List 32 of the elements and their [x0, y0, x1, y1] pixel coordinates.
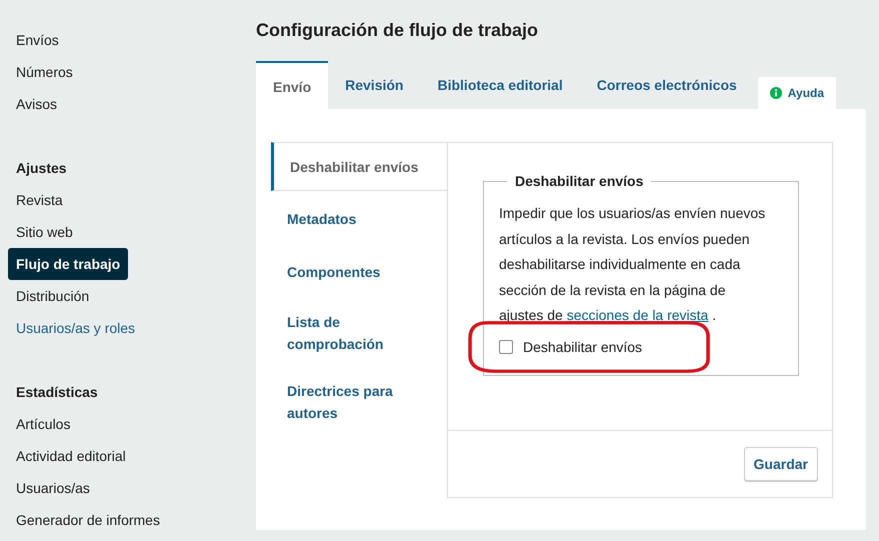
tab[interactable]: Envío: [256, 61, 328, 109]
subtab[interactable]: Metadatos: [271, 194, 447, 244]
sidebar-item[interactable]: Distribución: [8, 280, 98, 312]
tab[interactable]: Revisión: [328, 61, 420, 109]
fieldset-legend: Deshabilitar envíos: [507, 173, 652, 189]
link[interactable]: secciones de la revista: [566, 307, 708, 323]
sidebar-heading: Estadísticas: [15, 383, 99, 402]
subtab[interactable]: Deshabilitar envíos: [271, 142, 447, 191]
sidebar-item[interactable]: Envíos: [8, 24, 67, 56]
sidebar-item[interactable]: Generador de informes: [8, 504, 168, 536]
save-button[interactable]: Guardar: [744, 447, 818, 481]
subtab[interactable]: Lista de comprobación: [271, 300, 447, 366]
sidebar-item[interactable]: Artículos: [8, 408, 78, 440]
checkbox-label: Deshabilitar envíos: [523, 338, 642, 354]
tab[interactable]: Biblioteca editorial: [420, 61, 580, 109]
sidebar-item[interactable]: Números: [8, 56, 81, 88]
sidebar-item[interactable]: Usuarios/as: [8, 472, 98, 504]
sidebar-item[interactable]: Revista: [8, 184, 71, 216]
info-icon: [770, 87, 782, 99]
help-tab[interactable]: Ayuda: [758, 77, 836, 109]
description-text: Impedir que los usuarios/as envíen nuevos artículos a la revista. Los envíos pueden deshabilitarse individualmente en cada sección de la revista en la página de ajustes de secciones de la revista .: [499, 204, 766, 325]
subtab[interactable]: Directrices para autores: [271, 369, 447, 435]
page-title: Configuración de flujo de trabajo: [256, 20, 540, 41]
sidebar-item[interactable]: Actividad editorial: [8, 440, 134, 472]
subtab[interactable]: Componentes: [271, 247, 447, 297]
sidebar-item[interactable]: Flujo de trabajo: [8, 248, 128, 280]
tab[interactable]: Correos electrónicos: [580, 61, 754, 109]
sidebar-heading: Ajustes: [15, 159, 68, 178]
sidebar-item[interactable]: Sitio web: [8, 216, 81, 248]
sidebar-item[interactable]: Usuarios/as y roles: [8, 312, 144, 344]
sidebar-item[interactable]: Avisos: [8, 88, 65, 120]
checkbox[interactable]: [499, 340, 513, 354]
